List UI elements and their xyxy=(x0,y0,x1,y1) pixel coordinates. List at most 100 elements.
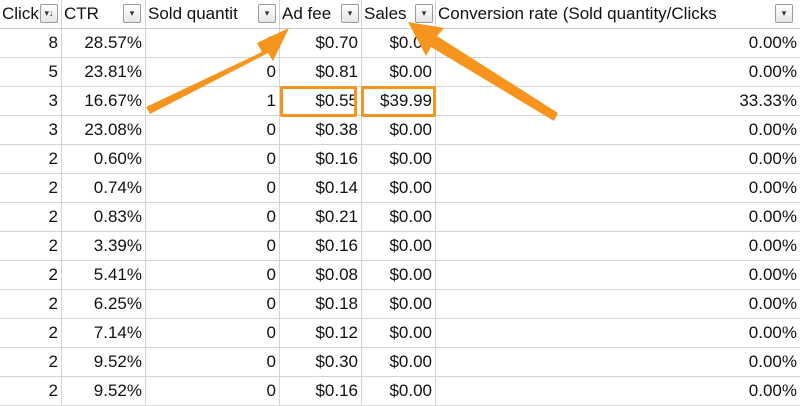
cell-ctr[interactable]: 5.41% xyxy=(62,261,146,290)
cell-clicks[interactable]: 8 xyxy=(0,29,62,58)
cell-sold-quantity[interactable]: 1 xyxy=(146,87,280,116)
cell-sales[interactable]: $0.00 xyxy=(362,290,436,319)
filter-dropdown-icon[interactable]: ▾ xyxy=(775,4,793,23)
filter-dropdown-icon[interactable]: ▾ xyxy=(123,4,141,23)
cell-conversion-rate[interactable]: 0.00% xyxy=(436,348,800,377)
cell-sold-quantity[interactable]: 0 xyxy=(146,232,280,261)
cell-clicks[interactable]: 5 xyxy=(0,58,62,87)
cell-conversion-rate[interactable]: 0.00% xyxy=(436,116,800,145)
cell-ad-fee[interactable]: $0.12 xyxy=(280,319,362,348)
cell-sold-quantity[interactable]: 0 xyxy=(146,290,280,319)
cell-sold-quantity[interactable]: 0 xyxy=(146,203,280,232)
cell-conversion-rate[interactable]: 0.00% xyxy=(436,29,800,58)
cell-clicks[interactable]: 3 xyxy=(0,87,62,116)
cell-sales[interactable]: $0.00 xyxy=(362,261,436,290)
cell-ctr[interactable]: 9.52% xyxy=(62,348,146,377)
header-sold-quantity[interactable]: Sold quantit ▾ xyxy=(146,0,280,29)
cell-ctr[interactable]: 23.81% xyxy=(62,58,146,87)
cell-sold-quantity[interactable]: 0 xyxy=(146,377,280,406)
cell-clicks[interactable]: 2 xyxy=(0,232,62,261)
cell-conversion-rate[interactable]: 0.00% xyxy=(436,145,800,174)
cell-clicks[interactable]: 2 xyxy=(0,145,62,174)
cell-sales[interactable]: $0.00 xyxy=(362,116,436,145)
table-row: 2 5.41% 0 $0.08 $0.00 0.00% xyxy=(0,261,800,290)
spreadsheet-grid: Click ▾↓ CTR ▾ Sold quantit ▾ Ad fee ▾ S… xyxy=(0,0,800,406)
cell-ctr[interactable]: 0.74% xyxy=(62,174,146,203)
filter-dropdown-icon[interactable]: ▾ xyxy=(341,4,359,23)
filter-dropdown-icon[interactable]: ▾ xyxy=(415,4,433,23)
cell-ad-fee[interactable]: $0.70 xyxy=(280,29,362,58)
cell-ctr[interactable]: 7.14% xyxy=(62,319,146,348)
cell-ctr[interactable]: 6.25% xyxy=(62,290,146,319)
cell-ctr[interactable]: 0.60% xyxy=(62,145,146,174)
cell-clicks[interactable]: 2 xyxy=(0,290,62,319)
table-row: 2 7.14% 0 $0.12 $0.00 0.00% xyxy=(0,319,800,348)
cell-conversion-rate[interactable]: 0.00% xyxy=(436,174,800,203)
cell-clicks[interactable]: 2 xyxy=(0,319,62,348)
cell-sold-quantity[interactable]: 0 xyxy=(146,58,280,87)
cell-ad-fee[interactable]: $0.08 xyxy=(280,261,362,290)
cell-clicks[interactable]: 2 xyxy=(0,377,62,406)
table-row: 2 3.39% 0 $0.16 $0.00 0.00% xyxy=(0,232,800,261)
header-label: Ad fee xyxy=(282,4,332,23)
cell-ad-fee[interactable]: $0.30 xyxy=(280,348,362,377)
cell-clicks[interactable]: 2 xyxy=(0,261,62,290)
cell-sold-quantity[interactable]: 0 xyxy=(146,319,280,348)
header-ad-fee[interactable]: Ad fee ▾ xyxy=(280,0,362,29)
table-row: 2 9.52% 0 $0.16 $0.00 0.00% xyxy=(0,377,800,406)
cell-conversion-rate[interactable]: 33.33% xyxy=(436,87,800,116)
sort-filter-icon[interactable]: ▾↓ xyxy=(40,4,58,23)
cell-sold-quantity[interactable]: 0 xyxy=(146,29,280,58)
cell-sales[interactable]: $0.00 xyxy=(362,145,436,174)
cell-sales[interactable]: $0.00 xyxy=(362,232,436,261)
cell-clicks[interactable]: 2 xyxy=(0,174,62,203)
cell-sold-quantity[interactable]: 0 xyxy=(146,116,280,145)
cell-clicks[interactable]: 3 xyxy=(0,116,62,145)
cell-sales[interactable]: $0.00 xyxy=(362,377,436,406)
cell-ad-fee[interactable]: $0.38 xyxy=(280,116,362,145)
cell-conversion-rate[interactable]: 0.00% xyxy=(436,203,800,232)
cell-clicks[interactable]: 2 xyxy=(0,203,62,232)
cell-ctr[interactable]: 3.39% xyxy=(62,232,146,261)
cell-ctr[interactable]: 0.83% xyxy=(62,203,146,232)
cell-sold-quantity[interactable]: 0 xyxy=(146,174,280,203)
cell-sales[interactable]: $0.00 xyxy=(362,174,436,203)
cell-ad-fee[interactable]: $0.18 xyxy=(280,290,362,319)
cell-conversion-rate[interactable]: 0.00% xyxy=(436,232,800,261)
cell-conversion-rate[interactable]: 0.00% xyxy=(436,319,800,348)
cell-ctr[interactable]: 28.57% xyxy=(62,29,146,58)
cell-sold-quantity[interactable]: 0 xyxy=(146,145,280,174)
cell-conversion-rate[interactable]: 0.00% xyxy=(436,377,800,406)
cell-ctr[interactable]: 23.08% xyxy=(62,116,146,145)
header-label: Click xyxy=(2,4,39,23)
header-conversion-rate[interactable]: Conversion rate (Sold quantity/Clicks ▾ xyxy=(436,0,800,29)
header-sales[interactable]: Sales ▾ xyxy=(362,0,436,29)
cell-clicks[interactable]: 2 xyxy=(0,348,62,377)
table-row: 2 6.25% 0 $0.18 $0.00 0.00% xyxy=(0,290,800,319)
cell-conversion-rate[interactable]: 0.00% xyxy=(436,58,800,87)
cell-conversion-rate[interactable]: 0.00% xyxy=(436,290,800,319)
cell-ad-fee[interactable]: $0.16 xyxy=(280,232,362,261)
cell-ad-fee[interactable]: $0.14 xyxy=(280,174,362,203)
cell-ad-fee[interactable]: $0.16 xyxy=(280,377,362,406)
header-row: Click ▾↓ CTR ▾ Sold quantit ▾ Ad fee ▾ S… xyxy=(0,0,800,29)
cell-sold-quantity[interactable]: 0 xyxy=(146,261,280,290)
cell-sales[interactable]: $0.00 xyxy=(362,348,436,377)
filter-dropdown-icon[interactable]: ▾ xyxy=(258,4,276,23)
cell-conversion-rate[interactable]: 0.00% xyxy=(436,261,800,290)
highlight-box-sales xyxy=(361,86,436,117)
cell-ad-fee[interactable]: $0.16 xyxy=(280,145,362,174)
cell-sales[interactable]: $0.00 xyxy=(362,58,436,87)
header-clicks[interactable]: Click ▾↓ xyxy=(0,0,62,29)
cell-sold-quantity[interactable]: 0 xyxy=(146,348,280,377)
table-row: 3 23.08% 0 $0.38 $0.00 0.00% xyxy=(0,116,800,145)
table-row: 2 0.60% 0 $0.16 $0.00 0.00% xyxy=(0,145,800,174)
cell-sales[interactable]: $0.00 xyxy=(362,203,436,232)
header-ctr[interactable]: CTR ▾ xyxy=(62,0,146,29)
cell-ctr[interactable]: 16.67% xyxy=(62,87,146,116)
cell-ad-fee[interactable]: $0.81 xyxy=(280,58,362,87)
cell-ad-fee[interactable]: $0.21 xyxy=(280,203,362,232)
cell-ctr[interactable]: 9.52% xyxy=(62,377,146,406)
cell-sales[interactable]: $0.00 xyxy=(362,29,436,58)
cell-sales[interactable]: $0.00 xyxy=(362,319,436,348)
